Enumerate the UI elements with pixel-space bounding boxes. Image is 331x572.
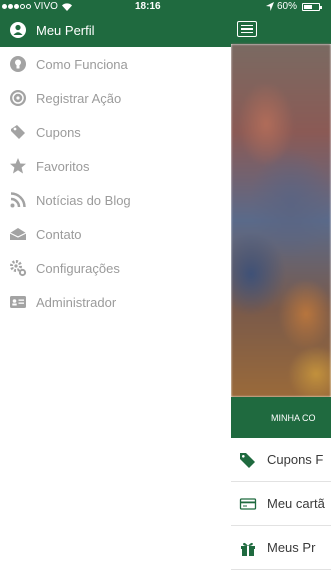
menu-item-label: Registrar Ação xyxy=(36,90,122,106)
menu-item-configuracoes[interactable]: Configurações xyxy=(0,251,231,285)
side-menu: Meu Perfil Como Funciona Registrar Ação … xyxy=(0,13,231,572)
hero-photo xyxy=(231,44,331,397)
menu-item-registrar-acao[interactable]: Registrar Ação xyxy=(0,81,231,115)
wifi-icon xyxy=(61,2,72,11)
menu-item-favoritos[interactable]: Favoritos xyxy=(0,149,231,183)
menu-item-label: Favoritos xyxy=(36,158,90,174)
menu-item-label: Administrador xyxy=(36,294,117,310)
signal-strength-icon xyxy=(2,4,31,9)
battery-percent: 60% xyxy=(277,1,298,12)
gift-icon xyxy=(239,539,257,557)
envelope-icon xyxy=(9,225,27,243)
menu-item-cupons[interactable]: Cupons xyxy=(0,115,231,149)
card-icon xyxy=(239,495,257,513)
list-item-meus-premios[interactable]: Meus Pr xyxy=(231,526,331,570)
carrier-label: VIVO xyxy=(34,1,58,12)
menu-item-contato[interactable]: Contato xyxy=(0,217,231,251)
top-navbar xyxy=(231,13,331,44)
status-bar-left: VIVO xyxy=(2,0,73,13)
menu-item-administrador[interactable]: Administrador xyxy=(0,285,231,319)
gears-icon xyxy=(9,259,27,277)
banner-strip: MINHA CO xyxy=(231,397,331,438)
location-arrow-icon xyxy=(266,2,274,11)
menu-item-noticias-do-blog[interactable]: Notícias do Blog xyxy=(0,183,231,217)
star-icon xyxy=(9,157,27,175)
tag-icon xyxy=(239,451,257,469)
coupon-tag-icon xyxy=(9,123,27,141)
list-item-label: Meus Pr xyxy=(267,540,316,555)
menu-item-label: Meu Perfil xyxy=(36,22,95,38)
list-item-label: Cupons F xyxy=(267,452,324,467)
menu-item-como-funciona[interactable]: Como Funciona xyxy=(0,47,231,81)
list-item-meu-cartao[interactable]: Meu cartã xyxy=(231,482,331,526)
menu-item-label: Cupons xyxy=(36,124,81,140)
list-item-cupons[interactable]: Cupons F xyxy=(231,438,331,482)
menu-item-label: Notícias do Blog xyxy=(36,192,131,208)
status-bar-right: 60% xyxy=(266,0,323,13)
battery-icon xyxy=(302,2,323,11)
menu-item-label: Como Funciona xyxy=(36,56,128,72)
hamburger-icon[interactable] xyxy=(237,21,257,37)
list-item-label: Meu cartã xyxy=(267,496,325,511)
clock: 18:16 xyxy=(135,1,161,12)
user-icon xyxy=(9,21,27,39)
menu-item-label: Contato xyxy=(36,226,82,242)
status-bar: VIVO 18:16 60% xyxy=(0,0,331,13)
lightbulb-icon xyxy=(9,55,27,73)
id-card-icon xyxy=(9,293,27,311)
menu-item-meu-perfil[interactable]: Meu Perfil xyxy=(0,13,231,47)
menu-item-label: Configurações xyxy=(36,260,120,276)
main-content: MINHA CO Cupons F Meu cartã Meus Pr xyxy=(231,13,331,572)
register-action-icon xyxy=(9,89,27,107)
rss-icon xyxy=(9,191,27,209)
